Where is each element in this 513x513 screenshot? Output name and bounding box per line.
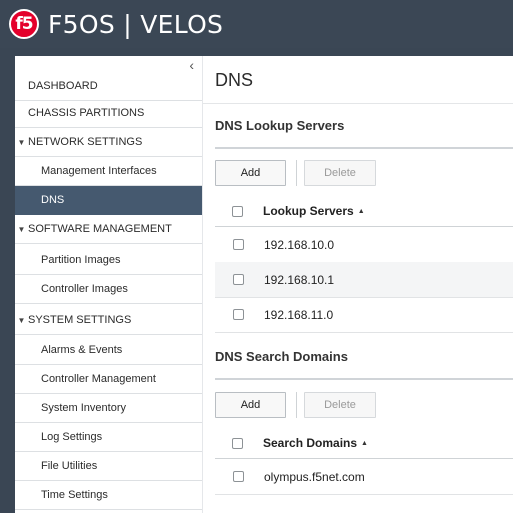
sidebar-item-partition-images[interactable]: Partition Images [15,246,202,275]
lookup-server-value: 192.168.10.1 [264,272,335,287]
f5-logo[interactable]: f5 [9,9,39,39]
sidebar-group-network-settings[interactable]: ▼ NETWORK SETTINGS [15,128,202,157]
add-lookup-server-button[interactable]: Add [215,160,286,186]
product-title: F5OS | VELOS [48,9,224,39]
collapse-sidebar-icon[interactable]: ‹ [189,57,194,73]
select-all-lookup-checkbox[interactable] [232,205,243,217]
sort-ascending-icon: ▲ [361,439,368,447]
sidebar-item-label: SOFTWARE MANAGEMENT [28,223,172,235]
sidebar-item-log-settings[interactable]: Log Settings [15,423,202,452]
button-separator [296,392,297,418]
caret-down-icon: ▼ [17,137,26,147]
sidebar-item-alarms-events[interactable]: Alarms & Events [15,336,202,365]
section-divider [215,378,513,380]
lookup-servers-table-header: Lookup Servers ▲ [215,196,513,227]
table-row[interactable]: 192.168.10.0 [215,227,513,263]
main-content: DNS DNS Lookup Servers Add Delete Lookup… [202,56,513,513]
sidebar-item-file-utilities[interactable]: File Utilities [15,452,202,481]
sidebar-item-label: Controller Images [41,283,128,295]
sidebar-item-management-interfaces[interactable]: Management Interfaces [15,157,202,186]
search-domain-value: olympus.f5net.com [264,469,365,484]
add-search-domain-button[interactable]: Add [215,392,286,418]
sidebar-item-controller-images[interactable]: Controller Images [15,275,202,304]
table-row[interactable]: olympus.f5net.com [215,459,513,495]
title-divider [203,103,513,104]
sidebar-item-label: NETWORK SETTINGS [28,136,143,148]
row-checkbox[interactable] [233,239,244,250]
caret-down-icon: ▼ [17,224,26,234]
sidebar-item-label: Partition Images [41,254,121,266]
caret-down-icon: ▼ [17,315,26,325]
select-all-domains-checkbox[interactable] [232,437,243,449]
sidebar-item-label: Controller Management [41,373,156,385]
sidebar-item-label: DNS [41,194,65,206]
sidebar-item-label: SYSTEM SETTINGS [28,314,132,326]
section-title-lookup-servers: DNS Lookup Servers [215,118,345,133]
column-header-search-domains[interactable]: Search Domains [263,436,357,450]
table-row[interactable]: 192.168.11.0 [215,297,513,333]
sidebar-item-label: CHASSIS PARTITIONS [28,107,145,119]
sidebar: ‹ DASHBOARD CHASSIS PARTITIONS ▼ NETWORK… [15,56,202,513]
sort-ascending-icon: ▲ [357,207,365,215]
sidebar-item-time-settings[interactable]: Time Settings [15,481,202,510]
sidebar-item-label: System Inventory [41,402,126,414]
sidebar-item-label: Alarms & Events [41,344,123,356]
section-divider [215,147,513,149]
lookup-server-value: 192.168.10.0 [264,237,335,252]
sidebar-item-label: File Utilities [41,460,98,472]
delete-search-domain-button[interactable]: Delete [304,392,376,418]
sidebar-item-label: Management Interfaces [41,165,157,177]
section-title-search-domains: DNS Search Domains [215,349,348,364]
sidebar-item-label: Time Settings [41,489,108,501]
lookup-server-value: 192.168.11.0 [264,307,334,322]
sidebar-item-label: DASHBOARD [28,80,98,92]
sidebar-item-dashboard[interactable]: DASHBOARD [15,72,202,101]
sidebar-item-dns[interactable]: DNS [15,186,202,215]
page-title: DNS [215,70,254,90]
sidebar-item-controller-management[interactable]: Controller Management [15,365,202,394]
column-header-lookup-servers[interactable]: Lookup Servers [263,204,354,218]
row-checkbox[interactable] [233,309,244,320]
sidebar-item-chassis-partitions[interactable]: CHASSIS PARTITIONS [15,99,202,128]
row-checkbox[interactable] [233,274,244,285]
row-checkbox[interactable] [233,471,244,482]
sidebar-group-system-settings[interactable]: ▼ SYSTEM SETTINGS [15,306,202,335]
delete-lookup-server-button[interactable]: Delete [304,160,376,186]
sidebar-item-label: Log Settings [41,431,103,443]
search-domains-table-header: Search Domains ▲ [215,428,513,459]
sidebar-item-system-inventory[interactable]: System Inventory [15,394,202,423]
button-separator [296,160,297,186]
table-row[interactable]: 192.168.10.1 [215,262,513,298]
top-bar: f5 F5OS | VELOS [0,0,513,48]
sidebar-group-software-management[interactable]: ▼ SOFTWARE MANAGEMENT [15,215,202,244]
